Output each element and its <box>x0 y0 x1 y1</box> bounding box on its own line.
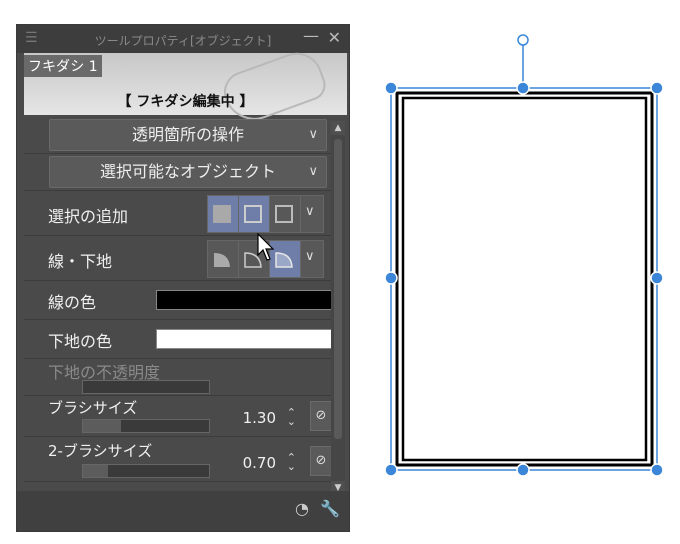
panel-title: ツールプロパティ[オブジェクト] <box>94 34 272 48</box>
scroll-thumb[interactable] <box>334 139 342 439</box>
panel-titlebar[interactable]: ☰ ツールプロパティ[オブジェクト] — ✕ <box>17 25 349 53</box>
brush-size-2-slider[interactable] <box>82 464 210 478</box>
wrench-icon[interactable]: 🔧 <box>319 499 341 521</box>
row-line-color: 線の色 <box>24 281 340 320</box>
close-icon[interactable]: ✕ <box>328 28 341 47</box>
brush-size-slider[interactable] <box>82 419 210 433</box>
rotation-handle[interactable] <box>517 34 529 46</box>
resize-handle-top-left[interactable] <box>384 81 398 95</box>
slider-fill <box>83 465 109 477</box>
line-color-label: 線の色 <box>48 293 97 312</box>
row-fill-color: 下地の色 <box>24 320 340 359</box>
edit-status: 【 フキダシ編集中 】 <box>117 94 254 110</box>
chevron-down-icon: ∨ <box>308 127 318 142</box>
resize-handle-top-right[interactable] <box>650 81 664 95</box>
subtract-selection-button[interactable] <box>269 195 301 233</box>
chevron-down-icon: ∨ <box>305 249 315 264</box>
dropdown-label: 透明箇所の操作 <box>131 125 244 144</box>
minimize-icon[interactable]: — <box>303 26 319 45</box>
line-fill-dropdown[interactable]: ∨ <box>300 240 324 278</box>
resize-handle-bottom[interactable] <box>516 463 530 477</box>
selection-bounding-box <box>390 87 658 471</box>
fill-opacity-slider <box>82 380 210 394</box>
resize-handle-bottom-left[interactable] <box>384 463 398 477</box>
spinner-icon[interactable]: ⌃ ⌄ <box>287 407 296 427</box>
line-color-swatch[interactable] <box>156 290 336 310</box>
fill-color-label: 下地の色 <box>48 332 113 351</box>
object-preview: フキダシ 1 【 フキダシ編集中 】 <box>24 45 347 129</box>
spinner-icon[interactable]: ⌃ ⌄ <box>287 452 296 472</box>
panel-footer: ◔ 🔧 <box>17 491 349 531</box>
balloon-frame[interactable] <box>401 96 648 462</box>
pressure-settings-icon[interactable]: ⊘ <box>310 401 332 431</box>
add-selection-icon <box>244 205 262 223</box>
brush-size-2-label: 2-ブラシサイズ <box>48 442 153 460</box>
row-brush-size-2: 2-ブラシサイズ 0.70 ⌃ ⌄ ⊘ <box>24 437 340 482</box>
row-transparent-ops: 透明箇所の操作 ∨ <box>24 117 340 154</box>
mouse-cursor-icon <box>257 233 275 261</box>
selection-add-label: 選択の追加 <box>48 207 129 226</box>
object-name: フキダシ 1 <box>24 55 102 77</box>
new-selection-icon <box>213 205 231 223</box>
brush-size-2-value[interactable]: 0.70 <box>243 454 276 472</box>
dropdown-label: 選択可能なオブジェクト <box>99 162 276 181</box>
transparent-ops-dropdown[interactable]: 透明箇所の操作 ∨ <box>49 119 327 151</box>
row-line-fill: 線・下地 ∨ <box>24 236 340 281</box>
line-fill-label: 線・下地 <box>48 252 113 271</box>
line-and-fill-icon <box>275 252 293 268</box>
brush-size-value[interactable]: 1.30 <box>243 409 276 427</box>
slider-fill <box>83 420 121 432</box>
chevron-down-icon: ∨ <box>305 204 315 219</box>
subtract-selection-icon <box>275 205 293 223</box>
panel-scrollbar[interactable]: ▲ ▼ <box>331 121 345 495</box>
scroll-up-icon[interactable]: ▲ <box>331 121 345 135</box>
brush-size-label: ブラシサイズ <box>48 399 138 417</box>
fill-only-icon <box>214 253 230 267</box>
pressure-settings-icon[interactable]: ⊘ <box>310 446 332 476</box>
row-selection-add: 選択の追加 ∨ <box>24 191 340 236</box>
fill-color-swatch[interactable] <box>156 329 336 349</box>
chevron-down-icon: ∨ <box>308 164 318 179</box>
resize-handle-right[interactable] <box>650 271 664 285</box>
resize-handle-top[interactable] <box>516 81 530 95</box>
row-brush-size: ブラシサイズ 1.30 ⌃ ⌄ ⊘ <box>24 396 340 437</box>
reset-tool-icon[interactable]: ◔ <box>291 499 313 521</box>
add-selection-button[interactable] <box>238 195 270 233</box>
new-selection-button[interactable] <box>207 195 239 233</box>
resize-handle-bottom-right[interactable] <box>650 463 664 477</box>
resize-handle-left[interactable] <box>384 271 398 285</box>
selectable-objects-dropdown[interactable]: 選択可能なオブジェクト ∨ <box>49 156 327 188</box>
row-fill-opacity: 下地の不透明度 <box>24 359 340 396</box>
tool-property-panel: ☰ ツールプロパティ[オブジェクト] — ✕ フキダシ 1 【 フキダシ編集中 … <box>16 24 350 532</box>
row-selectable-objects: 選択可能なオブジェクト ∨ <box>24 154 340 191</box>
selection-mode-dropdown[interactable]: ∨ <box>300 195 324 233</box>
fill-only-button[interactable] <box>207 240 239 278</box>
balloon-outer-border <box>395 91 654 467</box>
